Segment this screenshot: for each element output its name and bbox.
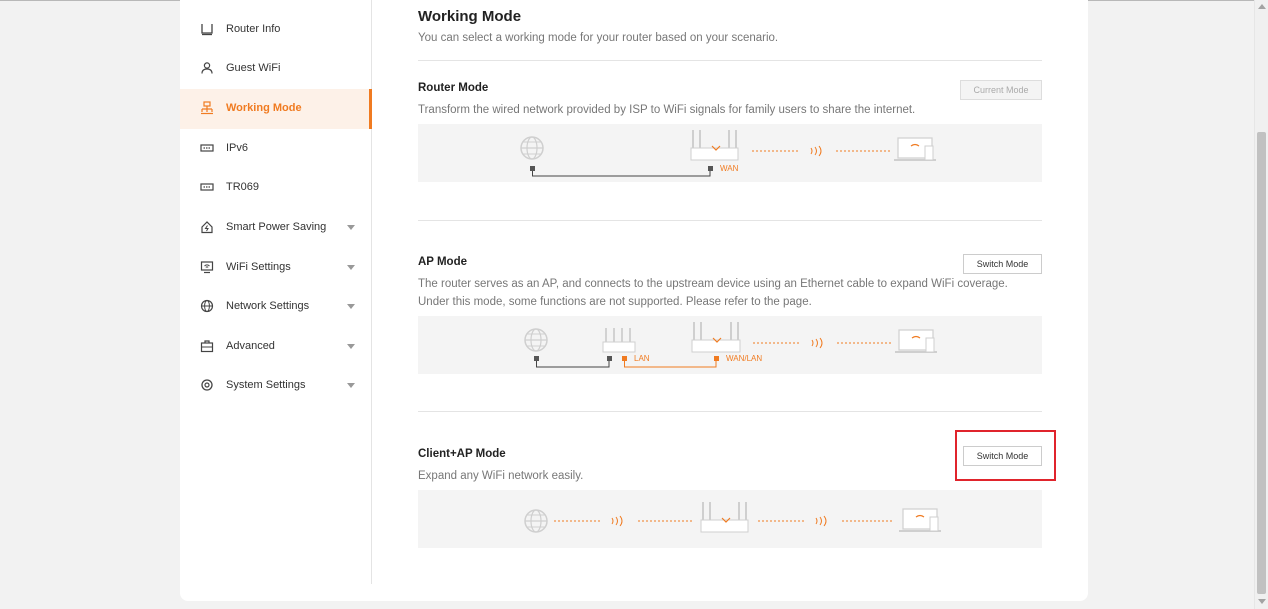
- sidebar-item-label: System Settings: [226, 379, 306, 391]
- mode-description: Transform the wired network provided by …: [418, 104, 916, 116]
- laptop-icon: [899, 508, 941, 532]
- current-mode-button[interactable]: Current Mode: [960, 80, 1042, 100]
- router-device-icon: [690, 130, 739, 161]
- router-mode-diagram: WAN: [418, 124, 1042, 182]
- upstream-router-icon: [602, 328, 636, 353]
- ap-mode-switch-button[interactable]: Switch Mode: [963, 254, 1042, 274]
- chevron-down-icon: [347, 265, 355, 270]
- sidebar-item-smart-power-saving[interactable]: Smart Power Saving: [180, 208, 371, 248]
- client-ap-mode-diagram: [418, 490, 1042, 548]
- wan-port-label: WAN: [720, 164, 739, 173]
- sidebar-item-label: Working Mode: [226, 102, 302, 114]
- globe-icon: [524, 509, 548, 533]
- divider: [418, 220, 1042, 221]
- sidebar-item-label: Router Info: [226, 23, 281, 35]
- power-saving-icon: [201, 221, 213, 234]
- sidebar-item-label: Advanced: [226, 340, 275, 352]
- lan-port-label: LAN: [634, 354, 650, 363]
- sidebar-item-advanced[interactable]: Advanced: [180, 327, 371, 367]
- globe-icon: [524, 328, 548, 352]
- scrollbar-thumb[interactable]: [1257, 132, 1266, 594]
- wifi-settings-icon: [200, 261, 214, 274]
- chevron-down-icon: [347, 383, 355, 388]
- mode-description: The router serves as an AP, and connects…: [418, 278, 1008, 290]
- tr069-icon: [200, 183, 214, 191]
- router-device-icon: [700, 502, 749, 533]
- guest-icon: [201, 62, 213, 74]
- router-mode-illustration: [520, 130, 936, 177]
- sidebar-item-ipv6[interactable]: IPv6: [180, 129, 371, 169]
- mode-title: AP Mode: [418, 256, 467, 268]
- globe-icon: [200, 299, 214, 313]
- mode-description-note: Under this mode, some functions are not …: [418, 296, 812, 308]
- sidebar-item-router-info[interactable]: Router Info: [180, 10, 371, 50]
- chevron-down-icon: [347, 344, 355, 349]
- client-ap-mode-illustration: [524, 502, 941, 533]
- sidebar: Router Info Guest WiFi Working Mode IPv6: [180, 0, 372, 584]
- divider: [418, 411, 1042, 412]
- sidebar-item-guest-wifi[interactable]: Guest WiFi: [180, 49, 371, 89]
- sidebar-item-wifi-settings[interactable]: WiFi Settings: [180, 248, 371, 288]
- mode-description: Expand any WiFi network easily.: [418, 470, 584, 482]
- divider: [418, 60, 1042, 61]
- working-mode-icon: [201, 101, 213, 115]
- wireless-signal-icon: [611, 515, 623, 527]
- mode-title: Client+AP Mode: [418, 448, 506, 460]
- mode-title: Router Mode: [418, 82, 489, 94]
- ap-mode-diagram: LAN WAN/LAN: [418, 316, 1042, 374]
- highlight-box: [955, 430, 1056, 481]
- sidebar-item-tr069[interactable]: TR069: [180, 168, 371, 208]
- chevron-down-icon: [347, 304, 355, 309]
- sidebar-item-label: Network Settings: [226, 300, 310, 312]
- page-subtitle: You can select a working mode for your r…: [418, 32, 779, 44]
- sidebar-item-network-settings[interactable]: Network Settings: [180, 287, 371, 327]
- laptop-icon: [894, 137, 936, 161]
- ap-mode-illustration: [524, 322, 937, 368]
- wireless-signal-icon: [810, 145, 822, 157]
- router-device-icon: [691, 322, 741, 353]
- chevron-down-icon: [347, 225, 355, 230]
- ipv6-icon: [200, 144, 214, 152]
- sidebar-item-working-mode[interactable]: Working Mode: [180, 89, 372, 129]
- sidebar-item-system-settings[interactable]: System Settings: [180, 366, 371, 406]
- page-title: Working Mode: [418, 8, 522, 25]
- gear-icon: [201, 379, 213, 391]
- wireless-signal-icon: [811, 337, 823, 349]
- wan-lan-port-label: WAN/LAN: [726, 354, 763, 363]
- wireless-signal-icon: [815, 515, 827, 527]
- toolbox-icon: [200, 340, 214, 353]
- laptop-icon: [895, 329, 937, 353]
- settings-card: Router Info Guest WiFi Working Mode IPv6: [180, 0, 1088, 601]
- sidebar-item-label: TR069: [226, 181, 260, 193]
- vertical-scrollbar[interactable]: [1254, 0, 1268, 609]
- sidebar-item-label: WiFi Settings: [226, 261, 291, 273]
- router-icon: [201, 24, 213, 36]
- scroll-up-arrow-icon[interactable]: [1258, 4, 1266, 9]
- scroll-down-arrow-icon[interactable]: [1258, 599, 1266, 604]
- sidebar-item-label: IPv6: [226, 142, 249, 154]
- globe-icon: [520, 136, 544, 160]
- sidebar-item-label: Smart Power Saving: [226, 221, 327, 233]
- sidebar-item-label: Guest WiFi: [226, 62, 281, 74]
